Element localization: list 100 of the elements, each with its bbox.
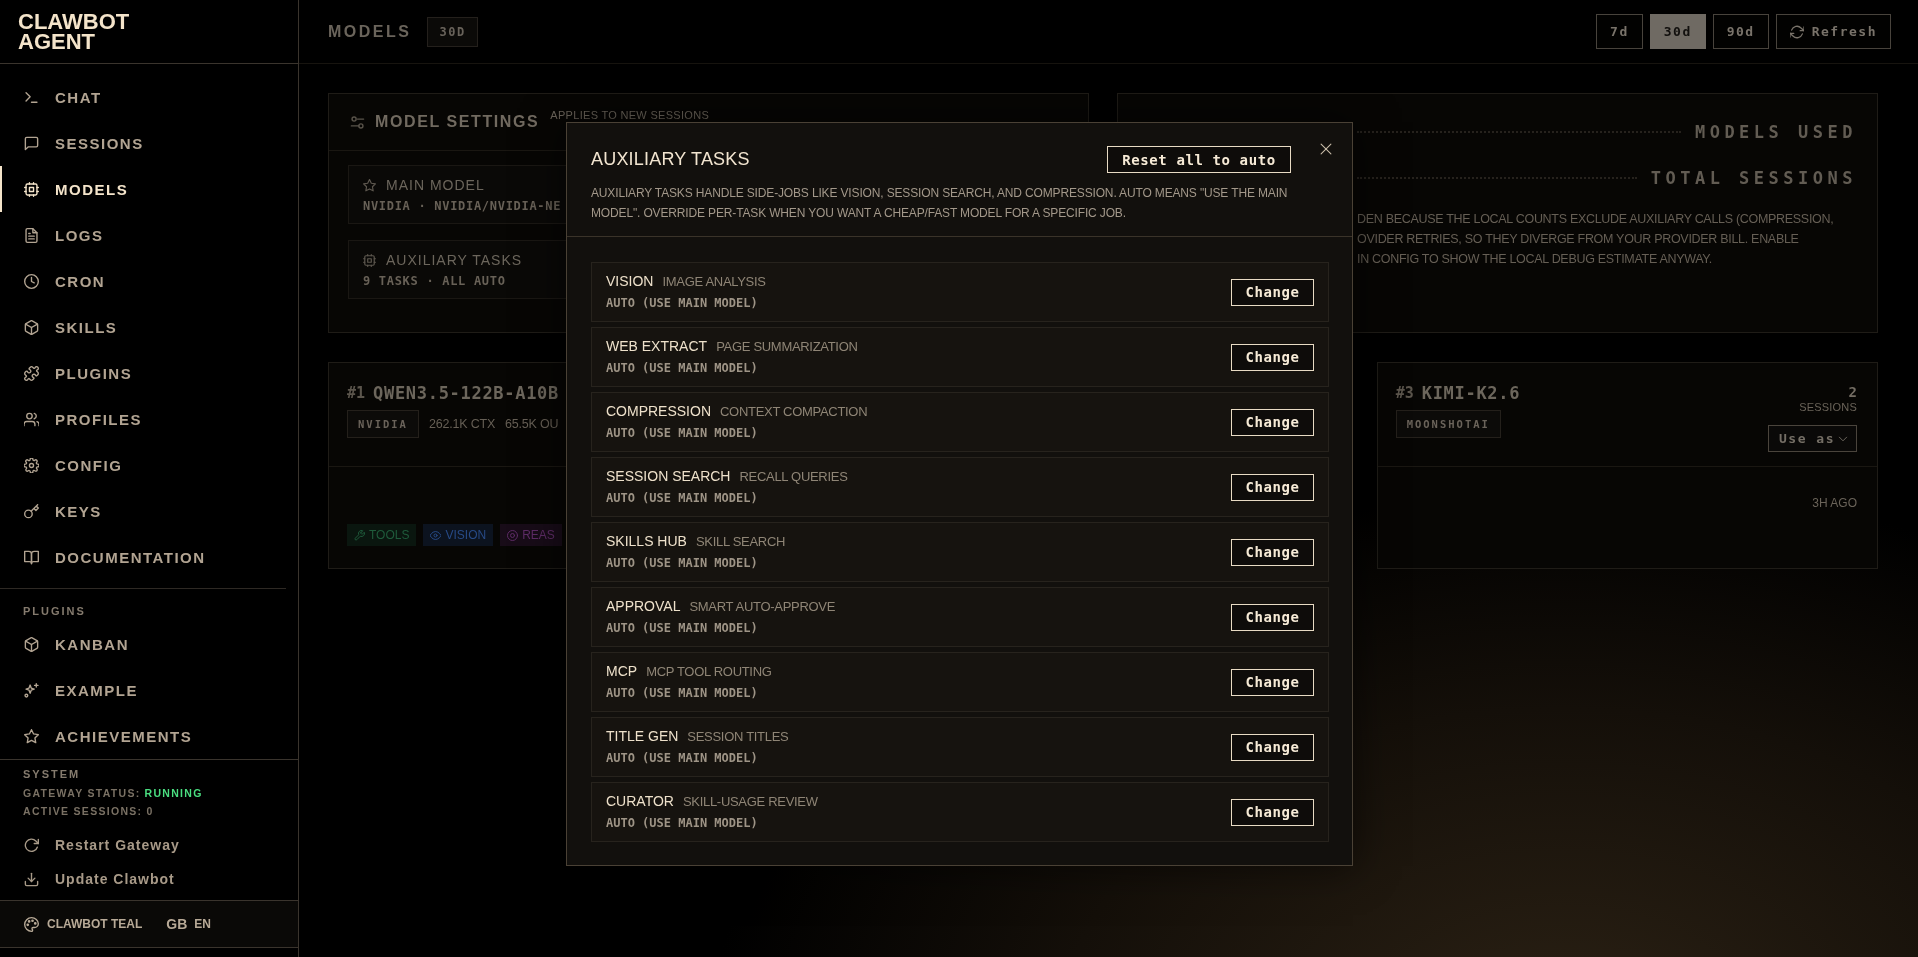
- model-name: QWEN3.5-122B-A10B: [373, 383, 559, 403]
- book-icon: [24, 549, 39, 565]
- stat-label: MODELS USED: [1694, 122, 1857, 142]
- range-tab[interactable]: 90d: [1712, 14, 1769, 49]
- star-icon: [363, 178, 376, 192]
- task-name: CURATOR: [606, 793, 674, 809]
- change-button[interactable]: Change: [1231, 798, 1314, 826]
- task-description: SKILL SEARCH: [695, 534, 786, 549]
- change-button[interactable]: Change: [1231, 343, 1314, 371]
- task-description: RECALL QUERIES: [739, 469, 848, 484]
- rank-text: #3: [1395, 384, 1414, 402]
- provider-tag: MOONSHOTAI: [1395, 410, 1501, 438]
- speech-bubble-icon: [24, 135, 39, 151]
- nav-item[interactable]: SKILLS: [0, 304, 298, 350]
- spec-text: 262.1K CTX: [428, 417, 496, 431]
- reset-button[interactable]: Reset all to auto: [1107, 146, 1291, 173]
- nav-item[interactable]: EXAMPLE: [0, 667, 298, 713]
- task-name: WEB EXTRACT: [606, 338, 708, 354]
- chip-icon: [363, 253, 376, 267]
- nav-item[interactable]: CRON: [0, 258, 298, 304]
- task-model: AUTO (USE MAIN MODEL): [606, 360, 758, 376]
- tile-value: 9 TASKS · ALL AUTO: [363, 273, 506, 290]
- status-label: GATEWAY STATUS:: [23, 787, 141, 799]
- section-label: SYSTEM: [23, 768, 81, 781]
- document-icon: [24, 227, 39, 243]
- rank-text: #1: [347, 384, 366, 402]
- capability-label: REAS: [522, 528, 555, 542]
- status-label: ACTIVE SESSIONS: 0: [23, 805, 154, 817]
- change-button[interactable]: Change: [1231, 408, 1314, 436]
- task-description: IMAGE ANALYSIS: [662, 274, 766, 289]
- settings-icon: [24, 457, 39, 473]
- tile-value: NVIDIA · NVIDIA/NVIDIA-NE: [363, 198, 562, 215]
- tile-title: MAIN MODEL: [386, 177, 485, 193]
- close-icon: [1320, 143, 1332, 155]
- task-name: SKILLS HUB: [606, 533, 687, 549]
- nav-item[interactable]: LOGS: [0, 212, 298, 258]
- range-tab[interactable]: 30d: [1649, 14, 1706, 49]
- nav-item[interactable]: ACHIEVEMENTS: [0, 713, 298, 759]
- task-model: AUTO (USE MAIN MODEL): [606, 490, 758, 506]
- eye-icon: [430, 529, 442, 541]
- change-button[interactable]: Change: [1231, 278, 1314, 306]
- period-badge: 30D: [427, 16, 478, 47]
- nav-item[interactable]: DOCUMENTATION: [0, 534, 298, 580]
- change-button[interactable]: Change: [1231, 668, 1314, 696]
- puzzle-icon: [24, 365, 39, 381]
- note-text: DEN BECAUSE THE LOCAL COUNTS EXCLUDE AUXILIARY CALLS (COMPRESSION, OVIDER RETRIES, SO THEY DIVERGE FROM YOUR PROVIDER BILL. ENABLE IN CONFIG TO SHOW THE LOCAL DEBUG ESTIMATE ANYWAY.: [1357, 211, 1834, 268]
- chip-icon: [24, 181, 39, 197]
- nav-item[interactable]: SESSIONS: [0, 120, 298, 166]
- nav-item[interactable]: PLUGINS: [0, 350, 298, 396]
- task-description: CONTEXT COMPACTION: [720, 404, 868, 419]
- refresh-icon: [1789, 24, 1804, 39]
- refresh-button[interactable]: Refresh: [1775, 14, 1891, 49]
- task-model: AUTO (USE MAIN MODEL): [606, 555, 758, 571]
- task-description: SESSION TITLES: [687, 729, 789, 744]
- change-button[interactable]: Change: [1231, 538, 1314, 566]
- change-button[interactable]: Change: [1231, 473, 1314, 501]
- change-button[interactable]: Change: [1231, 733, 1314, 761]
- clock-icon: [24, 273, 39, 289]
- logo-text: CLAWBOT AGENT: [18, 12, 131, 52]
- session-count: 2: [1848, 384, 1857, 400]
- sliders-icon: [350, 114, 365, 130]
- download-icon: [24, 871, 39, 887]
- task-description: SMART AUTO-APPROVE: [689, 599, 836, 614]
- task-name: TITLE GEN: [606, 728, 679, 744]
- provider-tag: NVIDIA: [347, 410, 419, 438]
- task-description: SKILL-USAGE REVIEW: [682, 794, 818, 809]
- page-title: MODELS: [328, 22, 412, 41]
- task-model: AUTO (USE MAIN MODEL): [606, 815, 758, 831]
- change-button[interactable]: Change: [1231, 603, 1314, 631]
- refresh-icon: [24, 837, 39, 853]
- spec-text: 65.5K OU: [505, 417, 559, 431]
- use-as-button[interactable]: Use as: [1768, 425, 1857, 452]
- language-button[interactable]: GB EN: [166, 916, 211, 932]
- model-name: KIMI-K2.6: [1421, 383, 1521, 403]
- nav-item[interactable]: CONFIG: [0, 442, 298, 488]
- section-label: PLUGINS: [23, 605, 86, 617]
- card-title: MODEL SETTINGS: [375, 113, 540, 131]
- nav-item[interactable]: KANBAN: [0, 621, 298, 667]
- sidebar-action-link[interactable]: Restart Gateway: [0, 828, 298, 862]
- sidebar-action-link[interactable]: Update Clawbot: [0, 862, 298, 896]
- task-name: COMPRESSION: [606, 403, 711, 419]
- star-icon: [24, 728, 39, 744]
- task-name: MCP: [606, 663, 638, 679]
- nav-item[interactable]: PROFILES: [0, 396, 298, 442]
- dialog-title: AUXILIARY TASKS: [591, 149, 751, 170]
- stat-label: TOTAL SESSIONS: [1650, 168, 1857, 188]
- nav-item[interactable]: CHAT: [0, 74, 298, 120]
- sparkles-icon: [24, 682, 39, 698]
- task-model: AUTO (USE MAIN MODEL): [606, 750, 758, 766]
- wrench-icon: [354, 529, 365, 541]
- capability-label: TOOLS: [369, 528, 410, 542]
- task-model: AUTO (USE MAIN MODEL): [606, 620, 758, 636]
- range-tab[interactable]: 7d: [1596, 14, 1643, 49]
- status-value: RUNNING: [144, 787, 203, 799]
- terminal-icon: [24, 89, 39, 105]
- theme-button[interactable]: CLAWBOT TEAL: [24, 916, 143, 932]
- ring-icon: [507, 529, 519, 541]
- nav-item[interactable]: KEYS: [0, 488, 298, 534]
- palette-icon: [24, 916, 39, 932]
- last-used-text: 3H AGO: [1812, 496, 1857, 510]
